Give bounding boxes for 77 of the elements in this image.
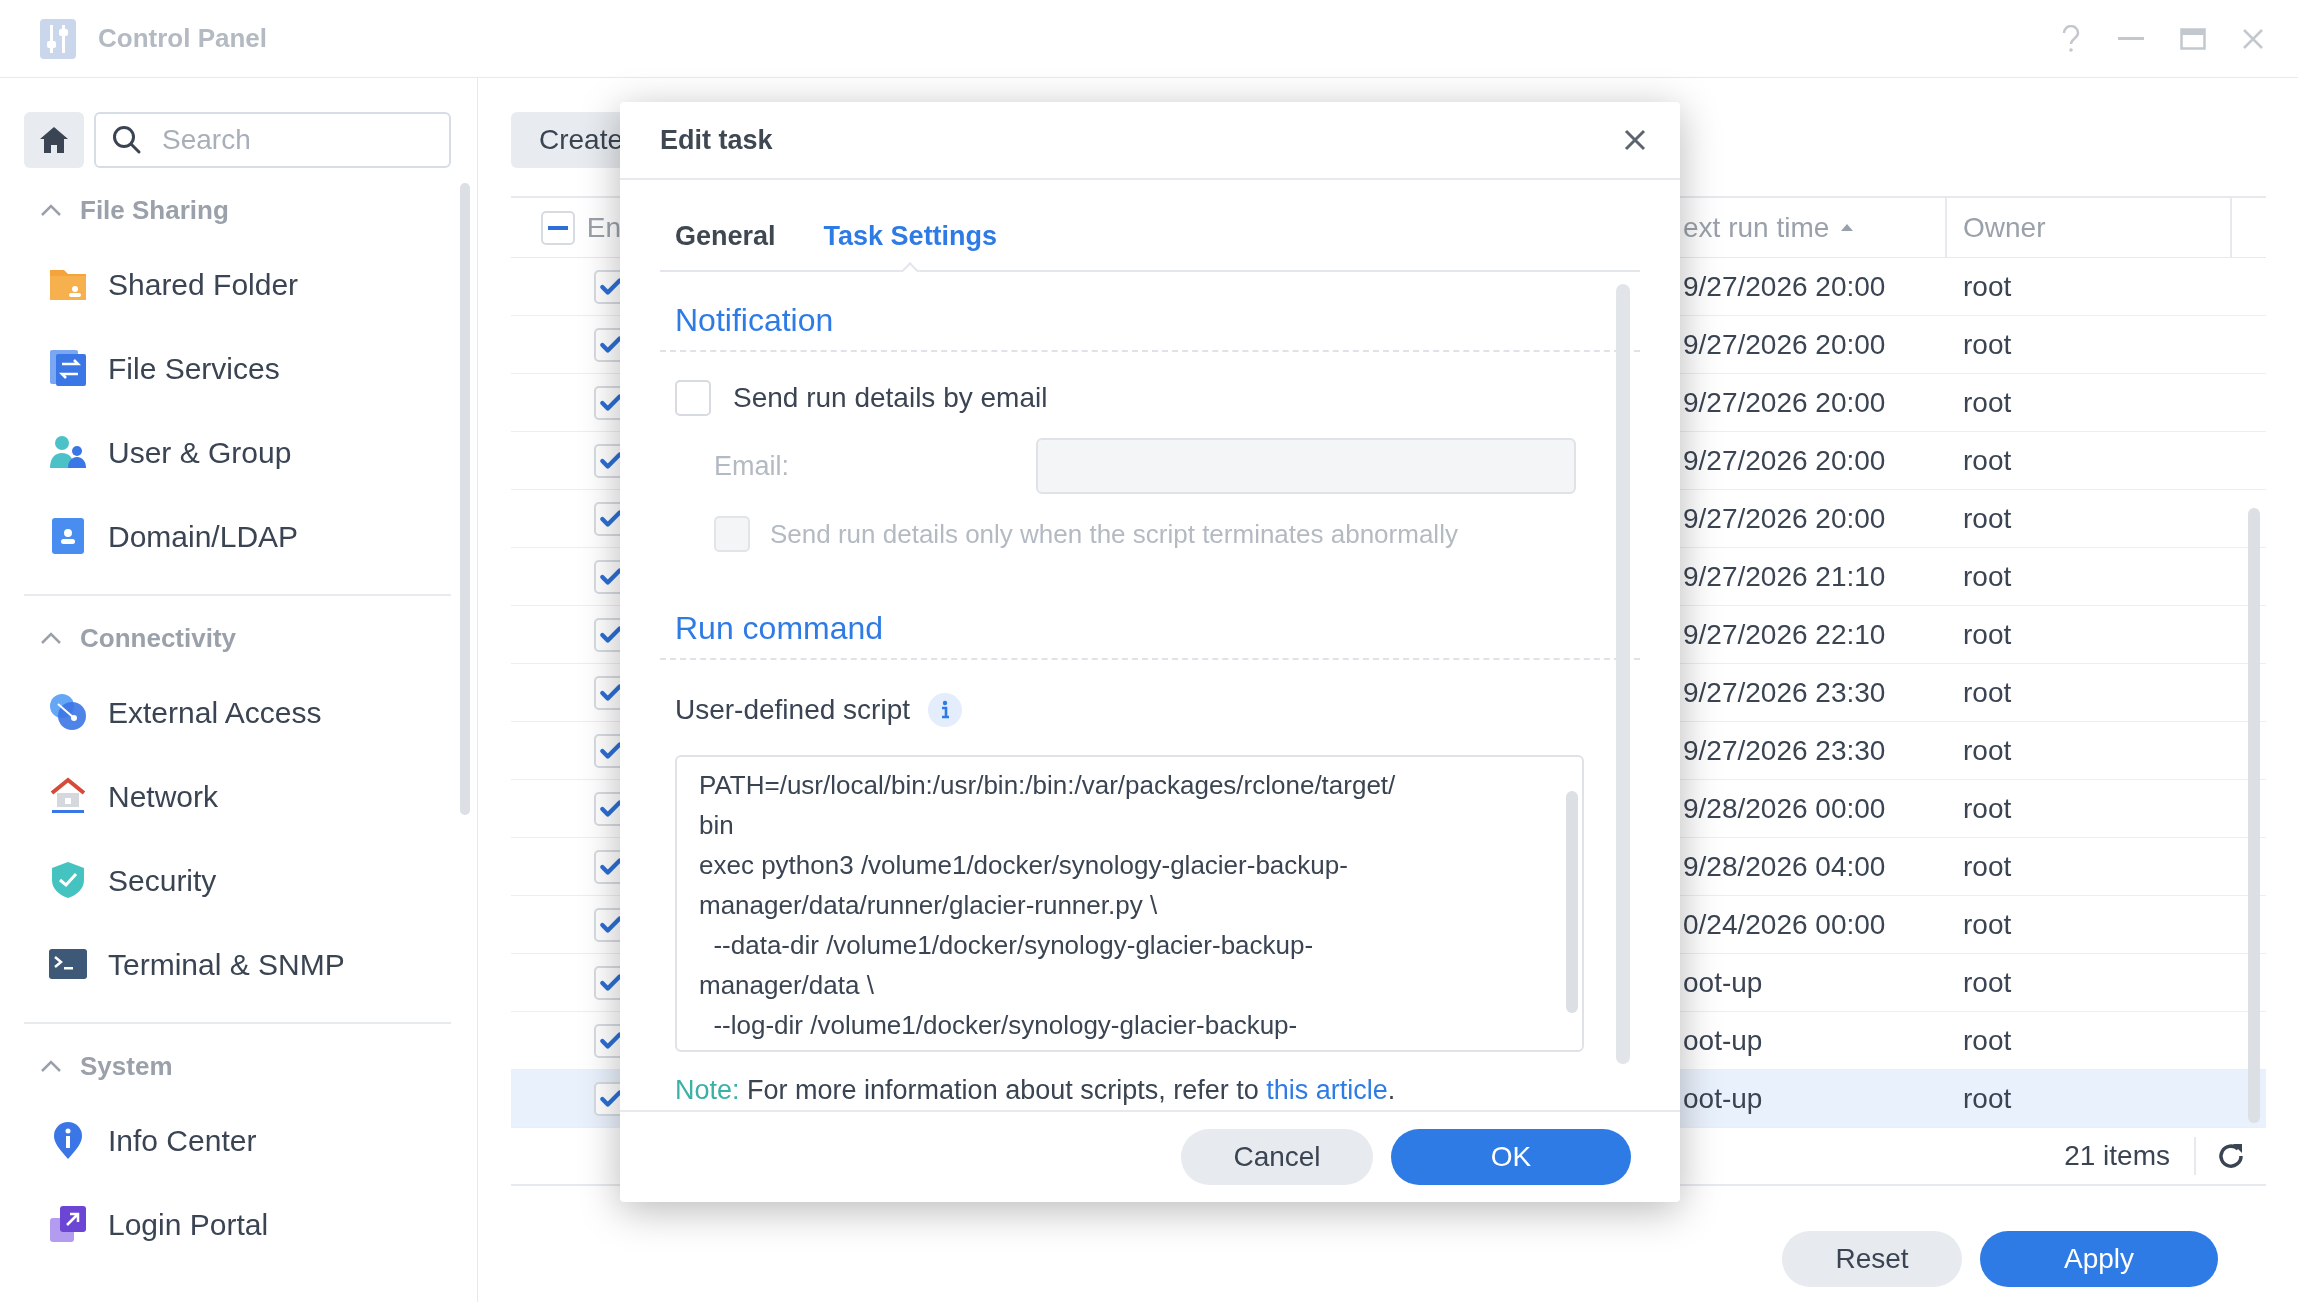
primary-button[interactable]: Apply — [1980, 1231, 2218, 1287]
header-checkbox[interactable] — [541, 210, 575, 245]
sidebar-item[interactable]: File Services — [108, 345, 280, 391]
sidebar-item[interactable]: Info Center — [108, 1117, 257, 1163]
scrollbar[interactable] — [2248, 508, 2260, 1123]
home-icon — [39, 126, 69, 154]
table-cell-text: root — [1962, 965, 2012, 1000]
globe-link-icon — [48, 692, 88, 732]
chevron-icon[interactable] — [40, 1059, 62, 1073]
item-count: 21 items — [2064, 1139, 2171, 1173]
sidebar-item[interactable]: Terminal & SNMP — [108, 941, 345, 987]
table-cell-text: root — [1962, 443, 2012, 478]
secondary-button[interactable]: Cancel — [1181, 1129, 1373, 1185]
table-cell-text: oot-up — [1682, 965, 1763, 1000]
table-cell-text: root — [1962, 907, 2012, 942]
sidebar-item[interactable]: Domain/LDAP — [108, 513, 299, 559]
sidebar-item[interactable]: Security — [108, 857, 217, 903]
note-text: Note: For more information about scripts, refer to this article. — [675, 1073, 1396, 1107]
table-cell-text: root — [1962, 385, 2012, 420]
home-button[interactable] — [24, 112, 84, 168]
table-cell-text: root — [1962, 559, 2012, 594]
sidebar-item[interactable]: User & Group — [108, 429, 292, 475]
table-cell-text: 9/27/2026 23:30 — [1682, 675, 1886, 710]
tab[interactable]: Task Settings — [823, 202, 998, 270]
table-cell-text: 9/27/2026 20:00 — [1682, 327, 1886, 362]
table-cell-text: 0/24/2026 00:00 — [1682, 907, 1886, 942]
tab[interactable]: General — [675, 202, 776, 270]
house-icon — [48, 776, 88, 816]
table-cell-text: 9/28/2026 04:00 — [1682, 849, 1886, 884]
field-label: User-defined script — [675, 693, 910, 727]
table-cell-text: root — [1962, 1081, 2012, 1116]
table-cell-text: root — [1962, 1023, 2012, 1058]
script-field[interactable]: PATH=/usr/local/bin:/usr/bin:/bin:/var/packages/rclone/target/ bin exec python3 /volume1/docker/synology-glacier-backup- manager/data/runner/glacier-runner.py \ --data-dir /volume1/docker/synology-glacier-backup- manager/data \ --log-dir /volume1/docker/synology-glacier-backup- — [675, 755, 1584, 1052]
window-title: Control Panel — [98, 22, 267, 55]
sidebar-item[interactable]: Login Portal — [108, 1201, 269, 1247]
secondary-button[interactable]: Reset — [1782, 1231, 1962, 1287]
portal-icon — [48, 1204, 88, 1244]
dialog-title: Edit task — [660, 123, 773, 157]
search-field[interactable]: Search — [94, 112, 451, 168]
table-cell-text: root — [1962, 675, 2012, 710]
chevron-icon[interactable] — [40, 203, 62, 217]
file-transfer-icon — [48, 348, 88, 388]
primary-button[interactable]: OK — [1391, 1129, 1631, 1185]
field-label: Email: — [714, 449, 790, 483]
sidebar-item[interactable]: Shared Folder — [108, 261, 299, 307]
scrollbar[interactable] — [1566, 791, 1578, 1013]
sidebar-item[interactable]: External Access — [108, 689, 322, 735]
table-cell-text: 9/27/2026 20:00 — [1682, 385, 1886, 420]
article-link[interactable]: this article — [1266, 1074, 1388, 1105]
chevron-icon[interactable] — [40, 631, 62, 645]
table-cell-text: oot-up — [1682, 1081, 1763, 1116]
table-cell-text: root — [1962, 327, 2012, 362]
table-cell-text: root — [1962, 617, 2012, 652]
scrollbar[interactable] — [460, 183, 470, 815]
search-icon — [112, 125, 142, 155]
section-heading: Run command — [675, 609, 884, 648]
table-cell-text: 9/27/2026 20:00 — [1682, 443, 1886, 478]
table-cell-text: 9/27/2026 20:00 — [1682, 269, 1886, 304]
info-icon[interactable] — [928, 693, 962, 727]
table-cell-text: 9/27/2026 23:30 — [1682, 733, 1886, 768]
checkbox-label[interactable]: Send run details by email — [733, 377, 1048, 419]
table-cell-text: 9/27/2026 22:10 — [1682, 617, 1886, 652]
table-cell-text: 9/27/2026 21:10 — [1682, 559, 1886, 594]
refresh-icon[interactable] — [2216, 1141, 2246, 1171]
table-cell-text: 9/28/2026 00:00 — [1682, 791, 1886, 826]
sidebar-item[interactable]: Network — [108, 773, 219, 819]
checkbox[interactable] — [675, 380, 711, 416]
section-heading: Notification — [675, 301, 834, 340]
table-cell-text: root — [1962, 849, 2012, 884]
close-icon[interactable] — [1624, 129, 1646, 151]
table-cell-text: root — [1962, 501, 2012, 536]
table-cell-text: 9/27/2026 20:00 — [1682, 501, 1886, 536]
table-cell-text: root — [1962, 269, 2012, 304]
table-cell-text: root — [1962, 791, 2012, 826]
table-cell-text: oot-up — [1682, 1023, 1763, 1058]
scrollbar[interactable] — [1616, 284, 1630, 1064]
table-cell-text: root — [1962, 733, 2012, 768]
